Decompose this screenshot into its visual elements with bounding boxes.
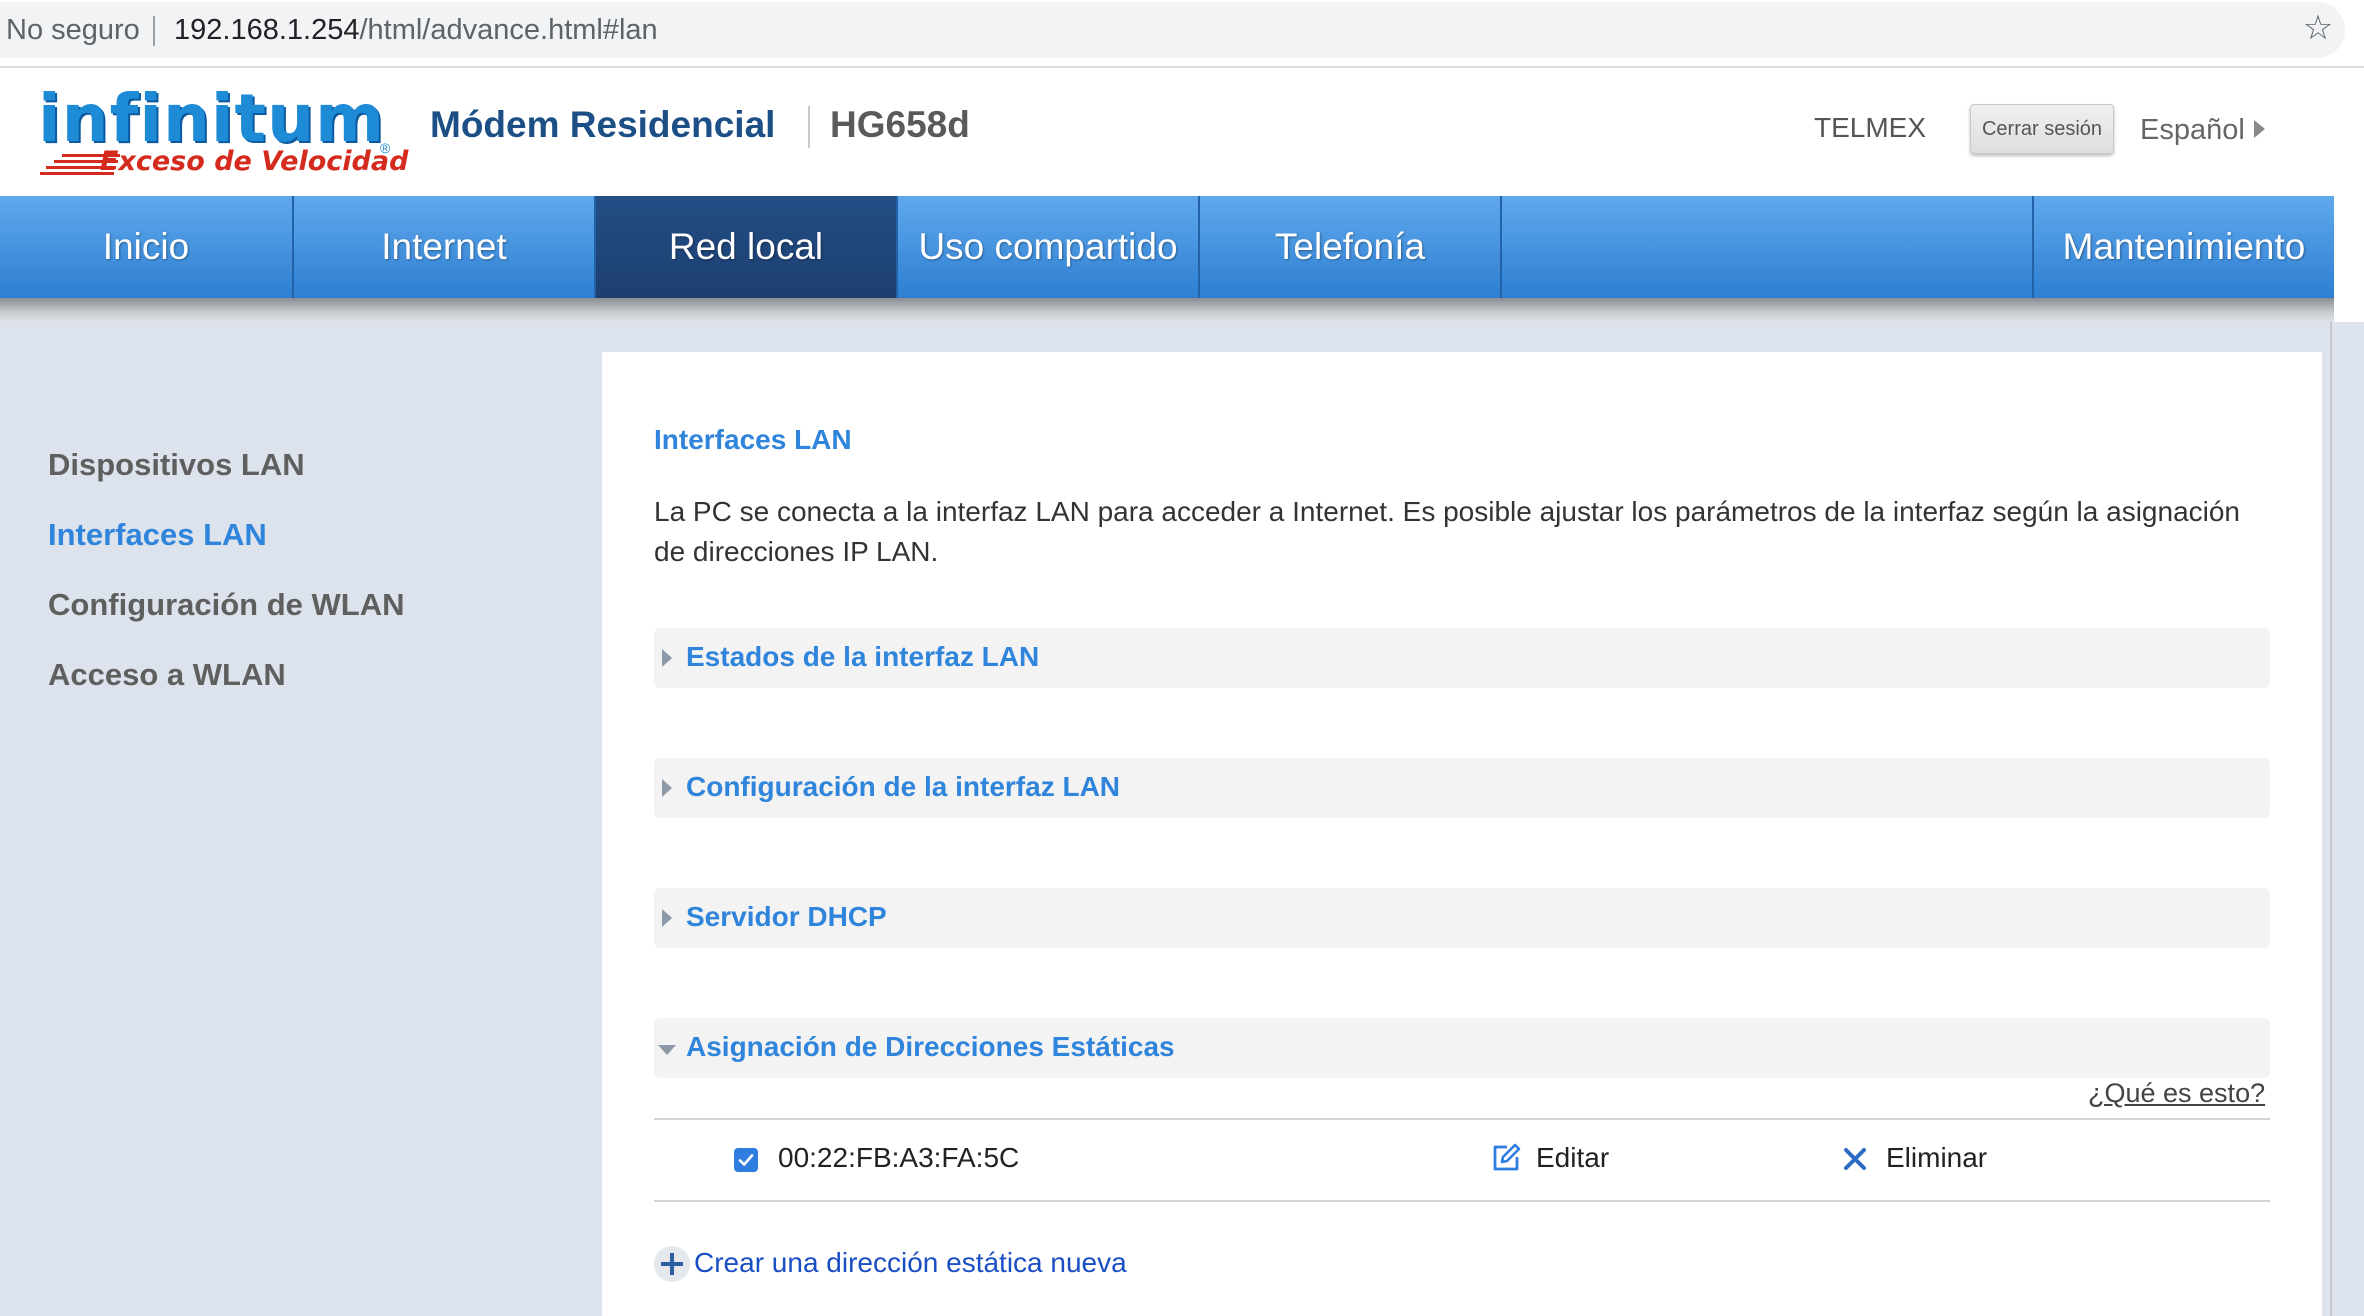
nav-tab-inicio[interactable]: Inicio [0,196,294,298]
operator-label: TELMEX [1814,112,1927,143]
nav-tab-telefonia[interactable]: Telefonía [1200,196,1502,298]
section-configuracion-lan[interactable]: Configuración de la interfaz LAN [654,758,2270,818]
sidebar-item-configuracion-wlan[interactable]: Configuración de WLAN [48,580,404,650]
table-divider-top [654,1118,2270,1120]
section-label: Asignación de Direcciones Estáticas [686,1031,1175,1062]
browser-address-bar: No seguro 192.168.1.254/html/advance.htm… [0,0,2364,66]
caret-right-icon [662,779,672,797]
language-selector[interactable]: Español [2140,114,2245,147]
title-divider [808,106,810,148]
caret-right-icon [662,649,672,667]
page-description: La PC se conecta a la interfaz LAN para … [654,496,2241,567]
table-divider-bottom [654,1200,2270,1202]
logo-tagline: Exceso de Velocidad [100,146,409,177]
nav-tab-internet[interactable]: Internet [294,196,596,298]
section-servidor-dhcp[interactable]: Servidor DHCP [654,888,2270,948]
nav-spacer [1502,196,2034,298]
row-checkbox[interactable] [734,1148,758,1172]
caret-right-icon[interactable] [2254,120,2265,138]
section-estados-lan[interactable]: Estados de la interfaz LAN [654,628,2270,688]
omnibox[interactable]: No seguro 192.168.1.254/html/advance.htm… [0,2,2345,58]
close-icon[interactable] [1842,1146,1868,1172]
sidebar-nav: Dispositivos LAN Interfaces LAN Configur… [48,440,404,720]
section-label: Configuración de la interfaz LAN [686,771,1121,802]
infinitum-logo: infinitum ® Exceso de Velocidad [34,80,408,186]
url-path: /html/advance.html#lan [359,14,658,46]
checkmark-icon [738,1154,754,1166]
model-name: HG658d [830,104,970,145]
edit-icon[interactable] [1490,1142,1522,1174]
nav-shadow [0,298,2334,322]
omnibox-divider [153,16,155,46]
page-title: Interfaces LAN [654,424,852,455]
help-link[interactable]: ¿Qué es esto? [2088,1078,2265,1109]
caret-right-icon [662,909,672,927]
caret-down-icon [658,1045,676,1055]
star-icon[interactable]: ☆ [2298,8,2338,48]
url-host: 192.168.1.254 [174,14,360,46]
edit-button[interactable]: Editar [1536,1142,1609,1174]
section-label: Estados de la interfaz LAN [686,641,1040,672]
logout-button[interactable]: Cerrar sesión [1970,104,2114,154]
sidebar-item-interfaces-lan[interactable]: Interfaces LAN [48,510,404,580]
page-edge-line [2330,322,2332,1316]
nav-tab-mantenimiento[interactable]: Mantenimiento [2034,196,2334,298]
nav-tab-red-local[interactable]: Red local [596,196,898,298]
plus-icon[interactable] [654,1246,690,1282]
product-title: Módem Residencial [430,104,776,145]
mac-address: 00:22:FB:A3:FA:5C [778,1142,1020,1173]
delete-button[interactable]: Eliminar [1886,1142,1987,1174]
sidebar-item-acceso-wlan[interactable]: Acceso a WLAN [48,650,404,720]
nav-tab-uso-compartido[interactable]: Uso compartido [898,196,1200,298]
section-label: Servidor DHCP [686,901,887,932]
main-nav: Inicio Internet Red local Uso compartido… [0,196,2334,298]
content-panel: Interfaces LAN La PC se conecta a la int… [602,352,2322,1316]
url-text[interactable]: 192.168.1.254/html/advance.html#lan [174,14,658,47]
section-direcciones-estaticas[interactable]: Asignación de Direcciones Estáticas [654,1018,2270,1078]
router-header: infinitum ® Exceso de Velocidad Módem Re… [0,68,2334,196]
sidebar-item-dispositivos-lan[interactable]: Dispositivos LAN [48,440,404,510]
security-indicator[interactable]: No seguro [6,14,140,47]
add-static-address-link[interactable]: Crear una dirección estática nueva [694,1247,1127,1279]
